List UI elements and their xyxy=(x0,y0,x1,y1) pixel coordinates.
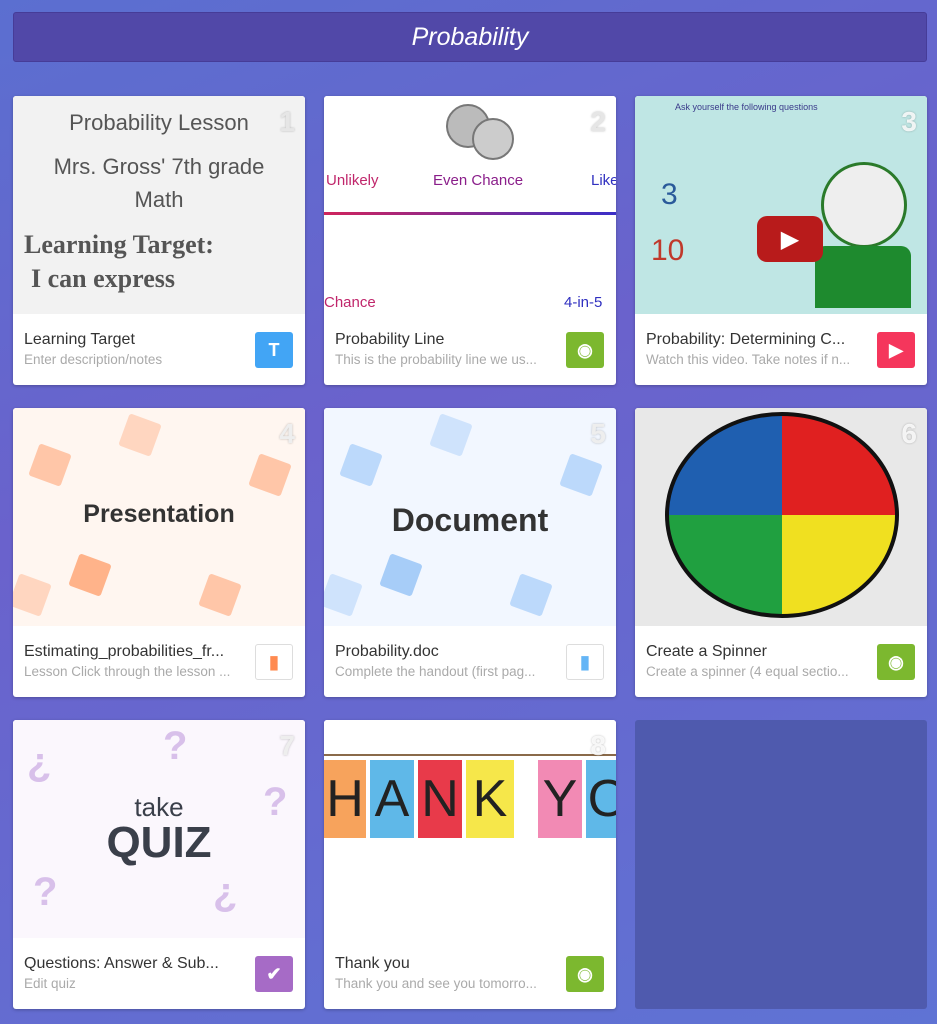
card-thank-you[interactable]: H A N K Y O 8 Thank you Thank you and see… xyxy=(324,720,616,1009)
thumb-text: N xyxy=(418,760,462,838)
thumb-text: Chance xyxy=(324,294,376,311)
card-thumbnail: H A N K Y O 8 xyxy=(324,720,616,938)
card-number: 3 xyxy=(901,106,917,137)
card-title: Thank you xyxy=(335,955,410,972)
thumb-text: Like xyxy=(591,172,616,189)
card-description: Complete the handout (first pag... xyxy=(335,664,536,679)
play-video-button[interactable]: ▶ xyxy=(757,216,823,262)
thumb-text: Unlikely xyxy=(326,172,379,189)
card-number: 1 xyxy=(279,106,295,137)
card-description: Lesson Click through the lesson ... xyxy=(24,664,231,679)
thumb-text: 3 xyxy=(661,178,678,211)
thumb-text: Mrs. Gross' 7th grade xyxy=(53,154,265,179)
page-title: Probability xyxy=(411,22,529,51)
thumb-text: A xyxy=(370,760,414,838)
card-thumbnail: Ask yourself the following questions 3 1… xyxy=(635,96,927,314)
thumb-text: Ask yourself the following questions xyxy=(675,102,818,112)
thumb-text: 10 xyxy=(651,234,685,267)
coin-icon xyxy=(472,118,514,160)
play-icon: ▶ xyxy=(877,332,915,368)
card-probability-video[interactable]: Ask yourself the following questions 3 1… xyxy=(635,96,927,385)
card-thumbnail: 6 xyxy=(635,408,927,626)
card-number: 6 xyxy=(901,418,917,449)
card-document[interactable]: Document 5 Probability.doc Complete the h… xyxy=(324,408,616,697)
thumb-text: Probability Lesson xyxy=(69,110,249,135)
check-icon: ✔ xyxy=(255,956,293,992)
card-number: 2 xyxy=(590,106,606,137)
gumball-base xyxy=(815,246,911,308)
camera-icon: ◉ xyxy=(566,332,604,368)
thumb-text: Presentation xyxy=(83,500,235,528)
card-thumbnail: Unlikely Even Chance Like Chance 4-in-5 … xyxy=(324,96,616,314)
camera-icon: ◉ xyxy=(877,644,915,680)
card-probability-line[interactable]: Unlikely Even Chance Like Chance 4-in-5 … xyxy=(324,96,616,385)
thumb-text: I can express xyxy=(31,264,175,293)
file-icon: ▮ xyxy=(255,644,293,680)
thumb-text: QUIZ xyxy=(106,818,212,867)
camera-icon: ◉ xyxy=(566,956,604,992)
card-presentation[interactable]: Presentation 4 Estimating_probabilities_… xyxy=(13,408,305,697)
card-description: This is the probability line we us... xyxy=(335,352,537,367)
card-title: Questions: Answer & Sub... xyxy=(24,955,219,972)
card-learning-target[interactable]: Probability Lesson Mrs. Gross' 7th grade… xyxy=(13,96,305,385)
card-title: Learning Target xyxy=(24,331,135,348)
thumb-text: Learning Target: xyxy=(24,230,214,259)
empty-slot xyxy=(635,720,927,1009)
card-number: 8 xyxy=(590,730,606,761)
card-thumbnail: Probability Lesson Mrs. Gross' 7th grade… xyxy=(13,96,305,314)
card-title: Probability Line xyxy=(335,331,445,348)
card-description: Create a spinner (4 equal sectio... xyxy=(646,664,849,679)
card-description: Edit quiz xyxy=(24,976,76,991)
card-description: Enter description/notes xyxy=(24,352,163,367)
card-number: 7 xyxy=(279,730,295,761)
gumball-machine xyxy=(821,162,907,248)
card-number: 5 xyxy=(590,418,606,449)
card-title: Probability: Determining C... xyxy=(646,331,846,348)
thumb-text: Document xyxy=(391,502,549,538)
thumb-text: Even Chance xyxy=(433,172,524,189)
thumb-text: Y xyxy=(538,760,582,838)
thumb-text: O xyxy=(586,760,616,838)
thumb-text: Math xyxy=(134,187,184,212)
card-create-spinner[interactable]: 6 Create a Spinner Create a spinner (4 eq… xyxy=(635,408,927,697)
card-thumbnail: Presentation 4 xyxy=(13,408,305,626)
card-description: Watch this video. Take notes if n... xyxy=(646,352,851,367)
page-header: Probability xyxy=(13,12,927,62)
thumb-text: H xyxy=(324,760,366,838)
card-quiz[interactable]: ¿?? ? ¿ take QUIZ 7 Questions: Answer & S… xyxy=(13,720,305,1009)
text-icon: T xyxy=(255,332,293,368)
card-title: Estimating_probabilities_fr... xyxy=(24,643,225,660)
card-title: Create a Spinner xyxy=(646,643,767,660)
card-thumbnail: Document 5 xyxy=(324,408,616,626)
card-thumbnail: ¿?? ? ¿ take QUIZ 7 xyxy=(13,720,305,938)
thumb-text: 4-in-5 xyxy=(564,294,603,311)
thumb-text: K xyxy=(466,760,514,838)
card-number: 4 xyxy=(279,418,295,449)
file-icon: ▮ xyxy=(566,644,604,680)
probability-line xyxy=(324,212,616,215)
card-description: Thank you and see you tomorro... xyxy=(335,976,537,991)
card-title: Probability.doc xyxy=(335,643,439,660)
spinner-image xyxy=(665,412,899,618)
